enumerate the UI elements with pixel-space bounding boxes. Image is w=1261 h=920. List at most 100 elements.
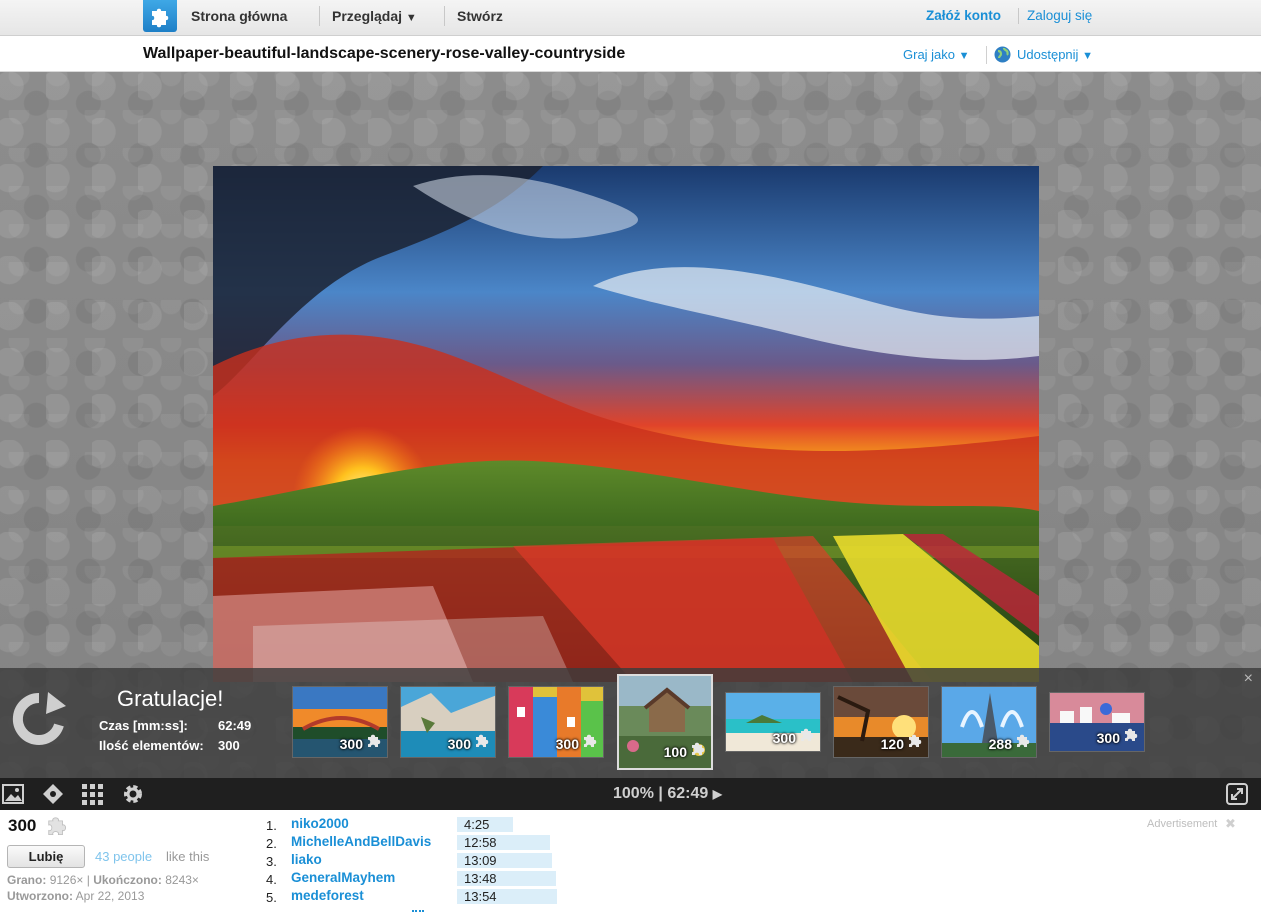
chevron-down-icon: ▼ [958, 50, 970, 62]
puzzle-piece-icon [907, 732, 923, 753]
play-as-label: Graj jako [903, 47, 956, 62]
nav-browse-link[interactable]: Przeglądaj ▼ [332, 8, 417, 24]
stats-divider: | [86, 873, 90, 887]
chevron-down-icon: ▼ [1082, 50, 1093, 62]
piece-count: 120 [880, 736, 904, 752]
piece-count: 300 [555, 736, 579, 752]
puzzle-piece-icon [690, 740, 706, 761]
completed-label: Ukończono: [93, 873, 162, 887]
close-icon[interactable]: × [1244, 670, 1253, 688]
leaderboard-player-link[interactable]: niko2000 [291, 816, 349, 831]
suggested-puzzle-5[interactable]: 300 [725, 692, 821, 752]
zoom-level: 100% [613, 785, 654, 802]
play-as-dropdown[interactable]: Graj jako ▼ [903, 47, 970, 62]
leaderboard-time: 13:54 [457, 889, 557, 904]
leaderboard-player-link[interactable]: GeneralMayhem [291, 870, 395, 885]
leaderboard-player-link[interactable]: liako [291, 852, 322, 867]
completed-puzzle-image[interactable] [213, 166, 1039, 682]
suggested-puzzle-4[interactable]: 100 [617, 674, 713, 770]
status-divider: | [658, 785, 663, 802]
time-value: 62:49 [218, 718, 252, 733]
signup-link[interactable]: Załóż konto [926, 8, 1001, 23]
puzzle-piece-icon [799, 726, 815, 747]
leaderboard-rank: 1. [266, 818, 277, 833]
suggested-puzzle-1[interactable]: 300 [292, 686, 388, 758]
share-label: Udostępnij [1017, 47, 1079, 62]
created-label: Utworzono: [7, 889, 73, 903]
completed-value: 8243× [165, 873, 199, 887]
puzzle-piece-icon [1123, 726, 1139, 747]
close-icon[interactable]: ✖ [1225, 816, 1236, 832]
suggested-puzzle-2[interactable]: 300 [400, 686, 496, 758]
more-results-icon[interactable] [412, 910, 424, 914]
created-value: Apr 22, 2013 [75, 889, 145, 903]
nav-browse-label: Przeglądaj [332, 8, 403, 24]
chevron-down-icon: ▼ [405, 12, 417, 24]
replay-icon[interactable] [10, 690, 68, 753]
puzzle-piece-icon [474, 732, 490, 753]
nav-divider [319, 6, 320, 26]
likes-suffix: like this [166, 849, 210, 864]
fullscreen-icon[interactable] [1226, 783, 1248, 810]
puzzle-stage[interactable]: Gratulacje! Czas [mm:ss]: 62:49 Ilość el… [0, 72, 1261, 810]
piece-count: 300 [447, 736, 471, 752]
header-divider [986, 46, 987, 64]
leaderboard-player-link[interactable]: MichelleAndBellDavis [291, 834, 431, 849]
leaderboard-time: 12:58 [457, 835, 550, 850]
play-icon[interactable]: ▶ [713, 787, 722, 801]
top-navigation: Strona główna Przeglądaj ▼ Stwórz Załóż … [0, 0, 1261, 36]
page-title: Wallpaper-beautiful-landscape-scenery-ro… [143, 45, 626, 62]
elapsed-time: 62:49 [667, 785, 709, 802]
gear-icon[interactable] [121, 782, 145, 811]
puzzle-piece-icon [46, 814, 68, 841]
leaderboard-player-link[interactable]: medeforest [291, 888, 364, 903]
piece-count: 300 [339, 736, 363, 752]
nav-divider [1018, 8, 1019, 24]
likes-count-link[interactable]: 43 people [95, 849, 152, 864]
puzzle-piece-icon [1015, 732, 1031, 753]
created-info: Utworzono: Apr 22, 2013 [7, 889, 144, 903]
piece-count: 300 [772, 730, 796, 746]
suggested-puzzle-3[interactable]: 300 [508, 686, 604, 758]
nav-home-link[interactable]: Strona główna [191, 8, 287, 24]
piece-count: 288 [988, 736, 1012, 752]
puzzle-piece-icon [366, 732, 382, 753]
played-value: 9126× [49, 873, 84, 887]
puzzle-piece-icon [582, 732, 598, 753]
login-link[interactable]: Zaloguj się [1027, 8, 1092, 23]
leaderboard-rank: 3. [266, 854, 277, 869]
puzzle-toolbar: 100% | 62:49 ▶ [0, 778, 1261, 810]
puzzle-title-bar: Wallpaper-beautiful-landscape-scenery-ro… [0, 36, 1261, 72]
edge-pieces-icon[interactable] [82, 784, 103, 810]
time-label: Czas [mm:ss]: [99, 718, 188, 733]
leaderboard-rank: 2. [266, 836, 277, 851]
nav-create-link[interactable]: Stwórz [457, 8, 503, 24]
pieces-value: 300 [218, 738, 240, 753]
image-preview-icon[interactable] [2, 784, 24, 809]
leaderboard-time: 13:09 [457, 853, 552, 868]
suggested-puzzle-8[interactable]: 300 [1049, 692, 1145, 752]
leaderboard-time: 4:25 [457, 817, 513, 832]
nav-divider [444, 6, 445, 26]
suggested-puzzle-7[interactable]: 288 [941, 686, 1037, 758]
played-label: Grano: [7, 873, 47, 887]
leaderboard-rank: 5. [266, 890, 277, 905]
ghost-image-icon[interactable] [42, 783, 64, 810]
suggested-puzzle-6[interactable]: 120 [833, 686, 929, 758]
advertisement-label: Advertisement [1147, 818, 1218, 830]
leaderboard-rank: 4. [266, 872, 277, 887]
status-readout: 100% | 62:49 ▶ [613, 785, 722, 803]
piece-count-heading: 300 [8, 816, 37, 835]
share-dropdown[interactable]: Udostępnij ▼ [1017, 47, 1093, 62]
piece-count: 100 [663, 744, 687, 760]
pieces-label: Ilość elementów: [99, 738, 204, 753]
globe-icon [994, 46, 1011, 68]
like-button[interactable]: Lubię [7, 845, 85, 868]
puzzle-info-section: 300 Lubię 43 people like this Grano: 912… [0, 810, 1261, 920]
congratulations-panel: Gratulacje! Czas [mm:ss]: 62:49 Ilość el… [0, 668, 1261, 778]
play-stats: Grano: 9126× | Ukończono: 8243× [7, 873, 199, 887]
piece-count: 300 [1096, 730, 1120, 746]
congrats-heading: Gratulacje! [117, 686, 224, 711]
site-logo-puzzle-icon[interactable] [143, 0, 177, 32]
leaderboard-time: 13:48 [457, 871, 556, 886]
